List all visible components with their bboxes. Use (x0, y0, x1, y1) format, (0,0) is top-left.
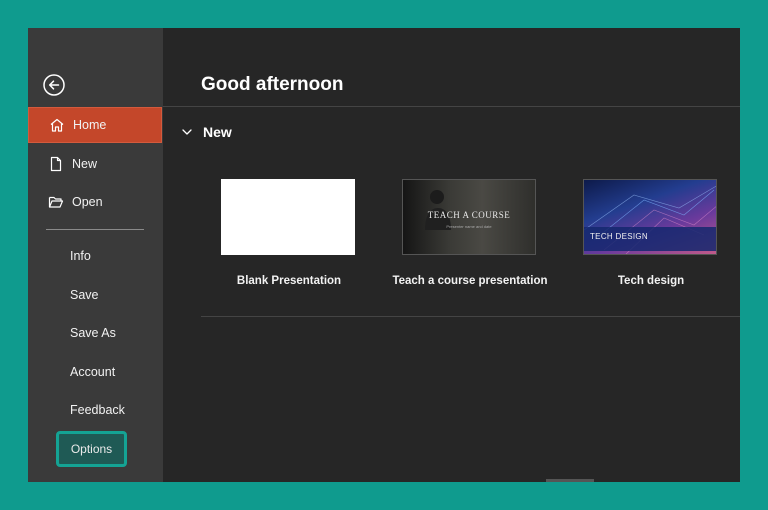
back-arrow-icon (43, 74, 65, 96)
sidebar: Home New Open Info Save Save As Account (28, 28, 163, 482)
sidebar-item-label: Open (72, 195, 103, 209)
sidebar-item-label: Save As (70, 326, 116, 340)
header-divider (163, 106, 740, 107)
back-button[interactable] (42, 73, 66, 97)
sidebar-item-home[interactable]: Home (28, 107, 162, 143)
template-blank-presentation[interactable]: Blank Presentation (221, 179, 357, 287)
sidebar-item-label: Account (70, 365, 116, 379)
thumbnail-subtitle: Presenter name and date (446, 224, 492, 229)
sidebar-item-label: Info (70, 249, 91, 263)
section-title: New (203, 124, 232, 140)
sidebar-item-info[interactable]: Info (28, 238, 162, 274)
sidebar-item-open[interactable]: Open (28, 184, 162, 220)
sidebar-item-account[interactable]: Account (28, 354, 162, 390)
home-icon (49, 117, 65, 133)
sidebar-item-label: Save (70, 288, 99, 302)
template-thumbnail[interactable]: TECH DESIGN (583, 179, 717, 255)
sidebar-item-label: New (72, 157, 98, 171)
sidebar-divider (46, 229, 144, 230)
page-title: Good afternoon (201, 74, 344, 95)
sidebar-item-options[interactable]: Options (56, 431, 127, 467)
scroll-indicator[interactable] (546, 479, 594, 482)
thumbnail-title: TECH DESIGN (590, 232, 648, 241)
template-label: Tech design (617, 275, 685, 287)
powerpoint-backstage-window: Home New Open Info Save Save As Account (28, 28, 740, 482)
sidebar-item-label: Feedback (70, 403, 125, 417)
folder-open-icon (48, 194, 64, 210)
sidebar-item-label: Options (70, 442, 113, 456)
sidebar-item-feedback[interactable]: Feedback (28, 392, 162, 428)
sidebar-item-new[interactable]: New (28, 146, 162, 182)
chevron-down-icon (182, 129, 192, 135)
template-teach-a-course[interactable]: TEACH A COURSE Presenter name and date T… (392, 179, 548, 287)
template-thumbnail[interactable] (221, 179, 355, 255)
templates-divider (201, 316, 740, 317)
template-tech-design[interactable]: TECH DESIGN Tech design (583, 179, 719, 287)
sidebar-item-save[interactable]: Save (28, 277, 162, 313)
template-thumbnail[interactable]: TEACH A COURSE Presenter name and date (402, 179, 536, 255)
thumbnail-title: TEACH A COURSE (427, 210, 511, 220)
main-panel: Good afternoon New Blank Presentation TE… (163, 28, 740, 482)
sidebar-item-label: Home (73, 118, 107, 132)
sidebar-item-save-as[interactable]: Save As (28, 315, 162, 351)
new-section-toggle[interactable]: New (181, 124, 232, 140)
new-document-icon (48, 156, 64, 172)
